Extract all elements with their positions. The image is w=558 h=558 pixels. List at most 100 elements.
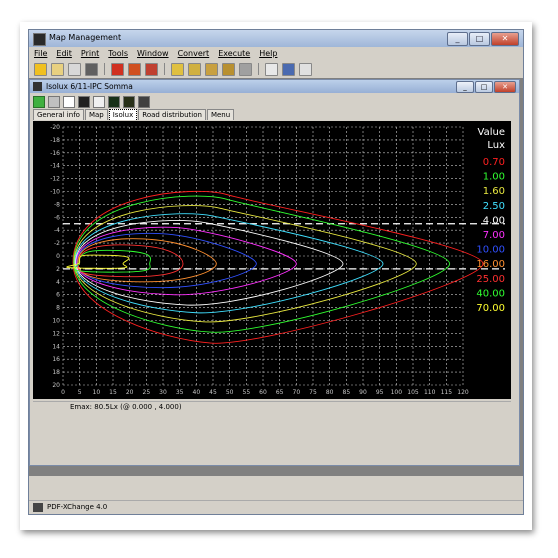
save-icon[interactable] xyxy=(48,95,60,108)
child-title-bar: Isolux 6/11-IPC Somma _ □ ✕ xyxy=(30,80,519,93)
legend-entry: 16.00 xyxy=(476,259,505,270)
y-tick-label: 4 xyxy=(56,279,60,286)
save-all-icon[interactable] xyxy=(205,62,218,76)
y-tick-label: -4 xyxy=(54,227,60,234)
y-tick-label: 12 xyxy=(52,330,60,337)
legend-entry: 1.60 xyxy=(483,186,505,197)
child-minimize-button[interactable]: _ xyxy=(456,81,474,93)
tab-isolux[interactable]: Isolux xyxy=(108,109,138,120)
x-tick-label: 40 xyxy=(193,389,201,396)
export-icon[interactable] xyxy=(128,62,141,76)
x-tick-label: 85 xyxy=(343,389,351,396)
x-tick-label: 100 xyxy=(391,389,403,396)
tab-menu[interactable]: Menu xyxy=(206,109,235,120)
isolux-window: Isolux 6/11-IPC Somma _ □ ✕ General info… xyxy=(29,79,520,466)
legend-entry: 25.00 xyxy=(476,274,505,285)
legend-entry: 7.00 xyxy=(483,230,505,241)
save-icon[interactable] xyxy=(222,62,235,76)
menu-help[interactable]: Help xyxy=(259,49,277,58)
menu-edit[interactable]: Edit xyxy=(56,49,72,58)
r-icon[interactable] xyxy=(33,95,45,108)
y-tick-label: -16 xyxy=(50,150,60,157)
y-tick-label: -6 xyxy=(54,214,60,221)
tab-map[interactable]: Map xyxy=(84,109,108,120)
taskbar: PDF-XChange 4.0 xyxy=(29,500,523,514)
toolbar-separator xyxy=(164,63,165,75)
tab-strip: General info Map Isolux Road distributio… xyxy=(33,109,235,120)
grid-icon[interactable] xyxy=(63,95,75,108)
exit-icon[interactable] xyxy=(34,62,47,76)
x-tick-label: 60 xyxy=(259,389,267,396)
export-icon[interactable] xyxy=(138,95,150,108)
report-icon[interactable] xyxy=(171,62,184,76)
y-tick-label: -12 xyxy=(50,176,60,183)
x-tick-label: 90 xyxy=(359,389,367,396)
template-icon[interactable] xyxy=(85,62,98,76)
maximize-button[interactable]: □ xyxy=(469,32,490,46)
title-bar: Map Management _ □ ✕ xyxy=(29,30,523,47)
status-text: Emax: 80.5Lx (@ 0.000 , 4.000) xyxy=(70,403,182,411)
menu-tools[interactable]: Tools xyxy=(108,49,128,58)
mdi-area: Isolux 6/11-IPC Somma _ □ ✕ General info… xyxy=(29,78,523,476)
y-tick-label: -2 xyxy=(54,240,60,247)
y-tick-label: -18 xyxy=(50,137,60,144)
x-tick-label: 75 xyxy=(309,389,317,396)
y-tick-label: 2 xyxy=(56,266,60,273)
close-button[interactable]: ✕ xyxy=(491,32,519,46)
map-icon[interactable] xyxy=(111,62,124,76)
menu-print[interactable]: Print xyxy=(81,49,99,58)
legend-entry: 40.00 xyxy=(476,288,505,299)
x-tick-label: 55 xyxy=(243,389,251,396)
y-tick-label: 10 xyxy=(52,318,60,325)
x-tick-label: 120 xyxy=(457,389,469,396)
taskbar-item-label[interactable]: PDF-XChange 4.0 xyxy=(47,501,107,514)
legend-entry: 4.00 xyxy=(483,215,505,226)
menu-bar: File Edit Print Tools Window Convert Exe… xyxy=(29,47,523,60)
child-close-button[interactable]: ✕ xyxy=(494,81,516,93)
x-tick-label: 105 xyxy=(407,389,419,396)
x-tick-label: 10 xyxy=(93,389,101,396)
x-tick-label: 70 xyxy=(293,389,301,396)
isolux-plot[interactable]: 0 5 10 15 20 25 30 35 40 45 50 55 60 65 70 75 80 85 90 95 10… xyxy=(33,121,511,399)
chart2-icon[interactable] xyxy=(123,95,135,108)
screen-icon[interactable] xyxy=(282,62,295,76)
y-tick-label: 0 xyxy=(56,253,60,260)
child-window-title: Isolux 6/11-IPC Somma xyxy=(46,82,133,91)
tab-road-distribution[interactable]: Road distribution xyxy=(138,109,206,120)
window-icon[interactable] xyxy=(265,62,278,76)
legend-title: Value xyxy=(478,127,505,138)
window-title: Map Management xyxy=(49,33,122,42)
contour-line-2-50 xyxy=(74,213,384,314)
contour-line-1-00 xyxy=(73,195,451,333)
save-report-icon[interactable] xyxy=(188,62,201,76)
open-icon[interactable] xyxy=(51,62,64,76)
chart-icon[interactable] xyxy=(108,95,120,108)
menu-execute[interactable]: Execute xyxy=(218,49,250,58)
monitor-icon[interactable] xyxy=(78,95,90,108)
y-tick-label: 18 xyxy=(52,369,60,376)
print-icon[interactable] xyxy=(239,62,252,76)
isolux-chart-svg: 0 5 10 15 20 25 30 35 40 45 50 55 60 65 70 75 80 85 90 95 10… xyxy=(50,124,505,396)
x-tick-label: 35 xyxy=(176,389,184,396)
screenshot-frame: Map Management _ □ ✕ File Edit Print Too… xyxy=(20,22,532,530)
convert-icon[interactable] xyxy=(145,62,158,76)
menu-file[interactable]: File xyxy=(34,49,47,58)
minimize-button[interactable]: _ xyxy=(447,32,468,46)
help-icon[interactable] xyxy=(299,62,312,76)
x-tick-label: 115 xyxy=(441,389,453,396)
x-tick-label: 80 xyxy=(326,389,334,396)
tab-general-info[interactable]: General info xyxy=(33,109,84,120)
x-tick-label: 50 xyxy=(226,389,234,396)
document-icon xyxy=(33,82,42,91)
menu-convert[interactable]: Convert xyxy=(178,49,210,58)
status-bar: Emax: 80.5Lx (@ 0.000 , 4.000) xyxy=(33,401,511,413)
legend-entry: 10.00 xyxy=(476,245,505,256)
menu-window[interactable]: Window xyxy=(137,49,169,58)
legend-entry: 2.50 xyxy=(483,201,505,212)
x-tick-label: 0 xyxy=(61,389,65,396)
child-maximize-button[interactable]: □ xyxy=(475,81,493,93)
close-icon[interactable] xyxy=(68,62,81,76)
table-icon[interactable] xyxy=(93,95,105,108)
legend-entry: 0.70 xyxy=(483,157,505,168)
toolbar-separator xyxy=(104,63,105,75)
